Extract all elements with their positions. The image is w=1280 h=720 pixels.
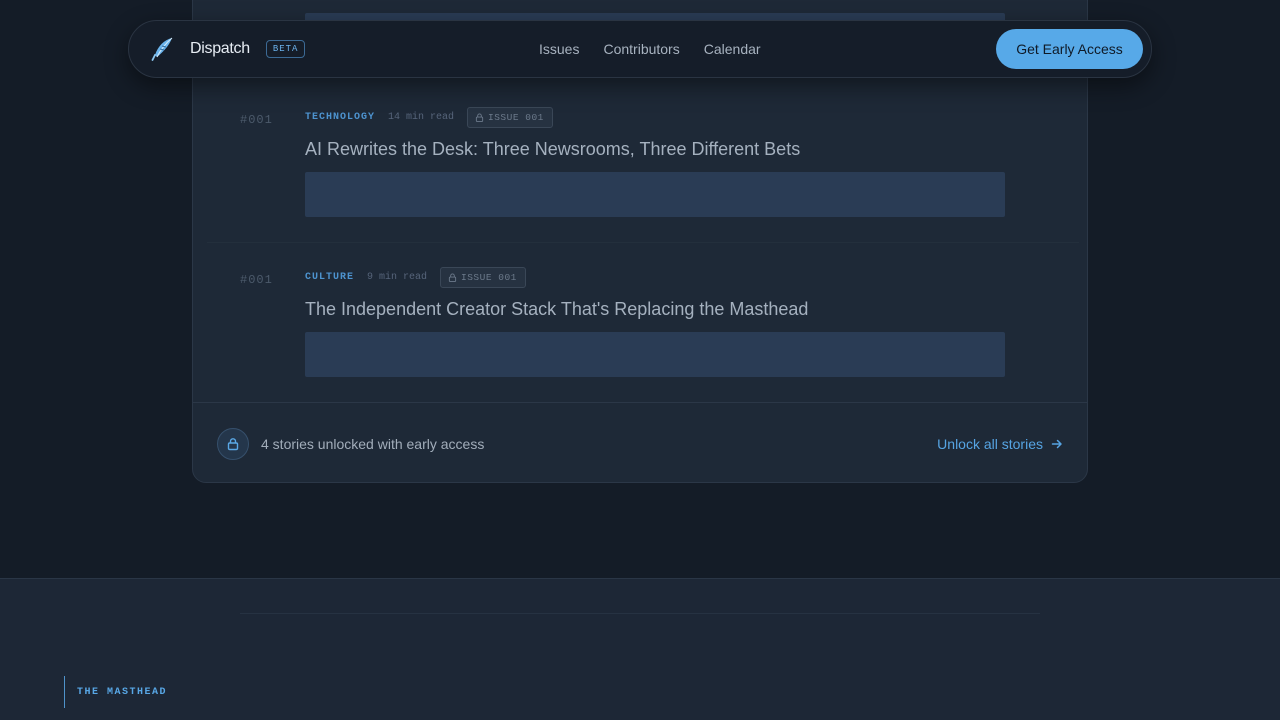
nav-link-issues[interactable]: Issues — [539, 41, 579, 57]
issue-badge-label: ISSUE 001 — [488, 112, 544, 123]
story-title[interactable]: The Independent Creator Stack That's Rep… — [305, 299, 808, 320]
story-category: TECHNOLOGY — [305, 112, 376, 123]
nav-link-contributors[interactable]: Contributors — [603, 41, 679, 57]
story-read-time: 14 min read — [388, 112, 455, 123]
story-meta: CULTURE 9 min read ISSUE 001 — [305, 267, 526, 288]
brand-name: Dispatch — [190, 40, 250, 57]
lock-icon — [448, 273, 457, 282]
unlock-message: 4 stories unlocked with early access — [261, 435, 485, 452]
footer: THE MASTHEAD — [0, 578, 1280, 720]
story-title[interactable]: AI Rewrites the Desk: Three Newsrooms, T… — [305, 139, 800, 160]
story-meta: TECHNOLOGY 14 min read ISSUE 001 — [305, 107, 553, 128]
lock-icon — [217, 427, 249, 460]
issue-badge-label: ISSUE 001 — [461, 272, 517, 283]
footer-divider — [240, 613, 1040, 614]
get-early-access-button[interactable]: Get Early Access — [996, 29, 1143, 69]
issue-badge: ISSUE 001 — [467, 107, 553, 128]
story-read-time: 9 min read — [367, 272, 428, 283]
issue-badge: ISSUE 001 — [440, 267, 526, 288]
story-item[interactable]: #001 CULTURE 9 min read ISSUE 001 The In… — [207, 243, 1079, 383]
nav-link-calendar[interactable]: Calendar — [704, 41, 761, 57]
lock-icon — [475, 113, 484, 122]
unlock-all-link[interactable]: Unlock all stories — [937, 436, 1063, 452]
arrow-right-icon — [1051, 439, 1062, 448]
top-navbar: Dispatch BETA Issues Contributors Calend… — [128, 20, 1152, 78]
brand[interactable]: Dispatch BETA — [150, 36, 306, 62]
story-category: CULTURE — [305, 272, 355, 283]
story-excerpt-placeholder — [305, 332, 1005, 377]
quill-icon — [151, 37, 173, 61]
story-excerpt-placeholder — [305, 172, 1005, 217]
masthead-label: THE MASTHEAD — [64, 676, 167, 708]
story-item[interactable]: #001 TECHNOLOGY 14 min read ISSUE 001 AI… — [207, 83, 1079, 243]
unlock-all-label: Unlock all stories — [937, 435, 1043, 452]
unlock-bar: 4 stories unlocked with early access Unl… — [193, 402, 1087, 482]
beta-badge: BETA — [265, 40, 306, 58]
nav-links: Issues Contributors Calendar — [539, 41, 761, 57]
story-number: #001 — [240, 273, 273, 287]
story-number: #001 — [240, 113, 273, 127]
